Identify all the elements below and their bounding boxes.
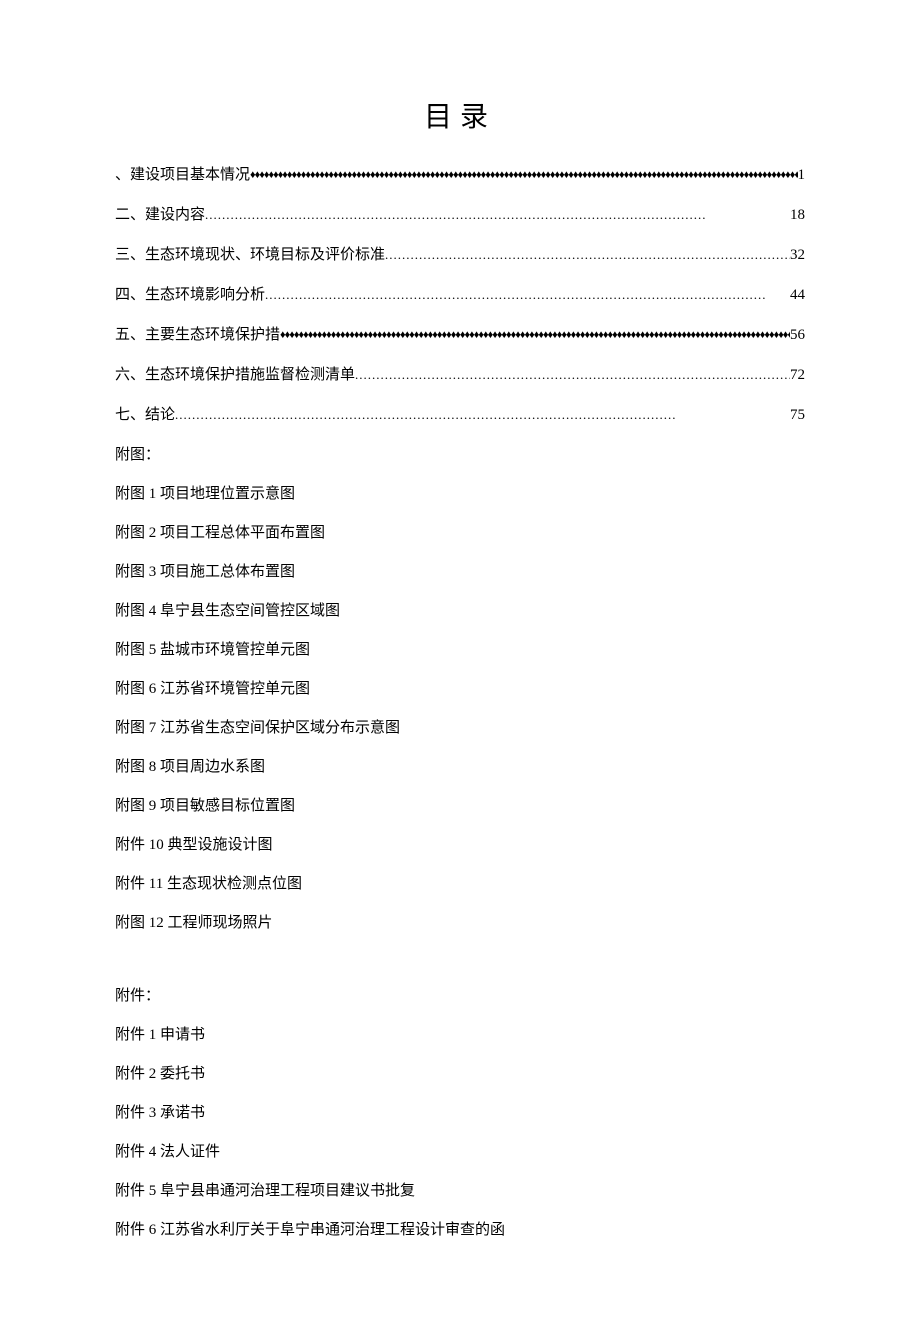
toc-page: 72: [790, 367, 805, 384]
toc-entry: 三、生态环境现状、环境目标及评价标准 .....................…: [115, 243, 805, 264]
toc-label: 六、生态环境保护措施监督检测清单: [115, 363, 355, 384]
toc-page: 75: [790, 407, 805, 424]
list-item: 附图 3 项目施工总体布置图: [115, 560, 805, 581]
list-item: 附图 5 盐城市环境管控单元图: [115, 638, 805, 659]
toc-entry: 、建设项目基本情况 ♦♦♦♦♦♦♦♦♦♦♦♦♦♦♦♦♦♦♦♦♦♦♦♦♦♦♦♦♦♦…: [115, 163, 805, 184]
toc-entry: 六、生态环境保护措施监督检测清单 .......................…: [115, 363, 805, 384]
figures-list: 附图 1 项目地理位置示意图 附图 2 项目工程总体平面布置图 附图 3 项目施…: [115, 482, 805, 932]
toc-entry: 四、生态环境影响分析 .............................…: [115, 283, 805, 304]
toc-label: 七、结论: [115, 403, 175, 424]
list-item: 附件 3 承诺书: [115, 1101, 805, 1122]
list-item: 附图 4 阜宁县生态空间管控区域图: [115, 599, 805, 620]
list-item: 附件 4 法人证件: [115, 1140, 805, 1161]
list-item: 附图 6 江苏省环境管控单元图: [115, 677, 805, 698]
spacer: [115, 950, 805, 968]
list-item: 附图 1 项目地理位置示意图: [115, 482, 805, 503]
list-item: 附件 1 申请书: [115, 1023, 805, 1044]
toc-page: 56: [790, 327, 805, 344]
toc-entry: 五、主要生态环境保护措 ♦♦♦♦♦♦♦♦♦♦♦♦♦♦♦♦♦♦♦♦♦♦♦♦♦♦♦♦…: [115, 323, 805, 344]
list-item: 附件 2 委托书: [115, 1062, 805, 1083]
toc-page: 18: [790, 207, 805, 224]
toc-leader: ........................................…: [355, 367, 790, 383]
toc-list: 、建设项目基本情况 ♦♦♦♦♦♦♦♦♦♦♦♦♦♦♦♦♦♦♦♦♦♦♦♦♦♦♦♦♦♦…: [115, 163, 805, 424]
toc-leader: ♦♦♦♦♦♦♦♦♦♦♦♦♦♦♦♦♦♦♦♦♦♦♦♦♦♦♦♦♦♦♦♦♦♦♦♦♦♦♦♦…: [250, 169, 797, 181]
toc-entry: 二、建设内容 .................................…: [115, 203, 805, 224]
attachments-list: 附件 1 申请书 附件 2 委托书 附件 3 承诺书 附件 4 法人证件 附件 …: [115, 1023, 805, 1239]
toc-leader: ........................................…: [385, 247, 790, 263]
toc-leader: ........................................…: [175, 407, 790, 423]
toc-label: 、建设项目基本情况: [115, 163, 250, 184]
toc-label: 四、生态环境影响分析: [115, 283, 265, 304]
list-item: 附图 7 江苏省生态空间保护区域分布示意图: [115, 716, 805, 737]
toc-entry: 七、结论 ...................................…: [115, 403, 805, 424]
list-item: 附图 12 工程师现场照片: [115, 911, 805, 932]
list-item: 附件 5 阜宁县串通河治理工程项目建议书批复: [115, 1179, 805, 1200]
toc-leader: ♦♦♦♦♦♦♦♦♦♦♦♦♦♦♦♦♦♦♦♦♦♦♦♦♦♦♦♦♦♦♦♦♦♦♦♦♦♦♦♦…: [280, 329, 790, 341]
toc-leader: ........................................…: [205, 207, 790, 223]
list-item: 附图 2 项目工程总体平面布置图: [115, 521, 805, 542]
toc-label: 五、主要生态环境保护措: [115, 323, 280, 344]
toc-page: 44: [790, 287, 805, 304]
list-item: 附图 9 项目敏感目标位置图: [115, 794, 805, 815]
list-item: 附件 11 生态现状检测点位图: [115, 872, 805, 893]
attachments-heading: 附件：: [115, 984, 805, 1005]
toc-page: 32: [790, 247, 805, 264]
figures-heading: 附图：: [115, 443, 805, 464]
document-page: 目录 、建设项目基本情况 ♦♦♦♦♦♦♦♦♦♦♦♦♦♦♦♦♦♦♦♦♦♦♦♦♦♦♦…: [0, 0, 920, 1337]
list-item: 附件 10 典型设施设计图: [115, 833, 805, 854]
list-item: 附件 6 江苏省水利厅关于阜宁串通河治理工程设计审查的函: [115, 1218, 805, 1239]
page-title: 目录: [115, 95, 805, 135]
list-item: 附图 8 项目周边水系图: [115, 755, 805, 776]
toc-leader: ........................................…: [265, 287, 790, 303]
toc-label: 三、生态环境现状、环境目标及评价标准: [115, 243, 385, 264]
toc-label: 二、建设内容: [115, 203, 205, 224]
toc-page: 1: [798, 167, 806, 184]
